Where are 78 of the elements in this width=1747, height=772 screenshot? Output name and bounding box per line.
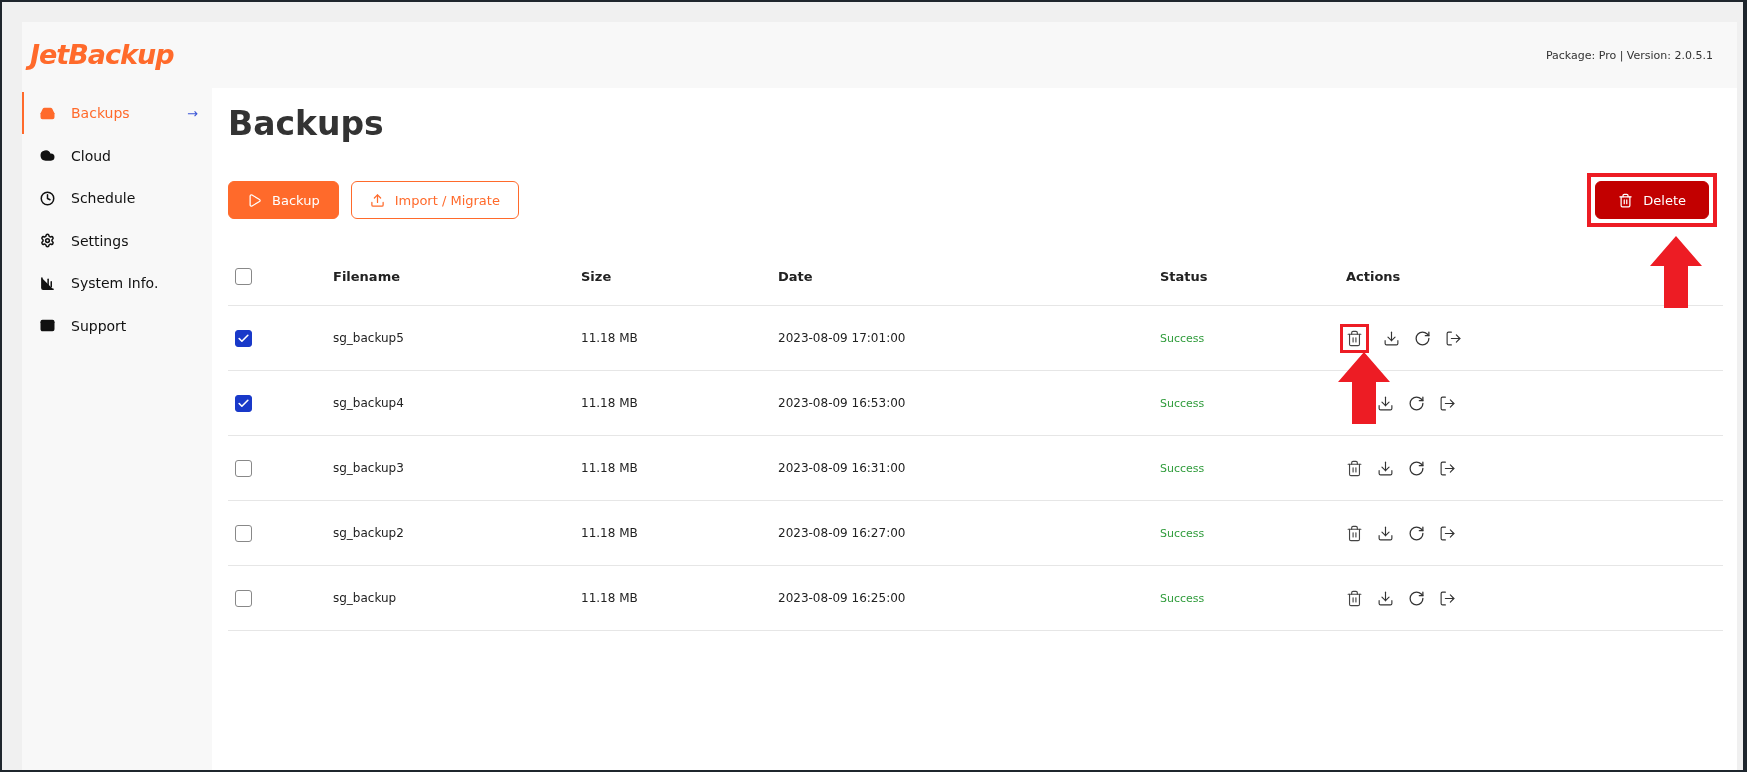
row-checkbox[interactable]	[235, 459, 252, 477]
sidebar-label: System Info.	[71, 275, 160, 291]
column-header: Actions	[1346, 268, 1402, 284]
row-checkbox[interactable]	[235, 394, 252, 412]
annotation-arrow	[1650, 236, 1702, 308]
status-cell-text: Success	[1160, 331, 1206, 345]
row-checkbox[interactable]	[235, 329, 252, 347]
drive-icon	[40, 105, 55, 121]
sidebar-item[interactable]: Schedule	[22, 177, 212, 219]
column-header: Filename	[333, 268, 401, 284]
row-checkbox[interactable]	[235, 589, 252, 607]
sidebar-item[interactable]: Settings	[22, 219, 212, 262]
column-header: Status	[1160, 268, 1209, 284]
filename-cell-text: sg_backup2	[333, 526, 405, 540]
restore-icon[interactable]	[1408, 394, 1425, 412]
check-icon	[237, 331, 250, 345]
row-checkbox[interactable]	[235, 524, 252, 542]
restore-icon[interactable]	[1408, 459, 1425, 477]
gear-icon	[40, 233, 55, 248]
delete-action-button[interactable]	[1340, 323, 1369, 353]
sidebar-label: Schedule	[71, 190, 137, 206]
check-icon	[237, 396, 250, 410]
date-cell-text: 2023-08-09 17:01:00	[778, 331, 907, 345]
size-cell-text: 11.18 MB	[581, 591, 639, 605]
sidebar-label: Support	[71, 317, 128, 334]
trash-icon	[1346, 524, 1363, 542]
delete-button[interactable]: Delete	[1595, 181, 1709, 219]
status-cell-text: Success	[1160, 461, 1206, 475]
upload-icon	[369, 192, 385, 208]
export-icon[interactable]	[1439, 589, 1456, 607]
size-cell-text: 11.18 MB	[581, 331, 639, 345]
download-icon[interactable]	[1383, 329, 1400, 347]
sidebar-item[interactable]: Support	[22, 304, 212, 347]
export-icon[interactable]	[1439, 459, 1456, 477]
download-icon[interactable]	[1377, 459, 1394, 477]
trash-icon	[1346, 329, 1363, 347]
date-cell-text: 2023-08-09 16:25:00	[778, 591, 907, 605]
cloud-icon	[40, 148, 55, 163]
export-icon[interactable]	[1439, 524, 1456, 542]
restore-icon[interactable]	[1414, 329, 1431, 347]
column-header: Date	[778, 268, 814, 284]
sidebar-item[interactable]: System Info.	[22, 262, 212, 304]
size-cell-text: 11.18 MB	[581, 396, 639, 410]
active-arrow: →	[187, 105, 198, 121]
status-cell-text: Success	[1160, 396, 1206, 410]
status-cell-text: Success	[1160, 526, 1206, 540]
trash-icon	[1346, 589, 1363, 607]
page-title: Backups	[228, 104, 385, 143]
annotation-arrow	[1338, 352, 1390, 424]
status-cell-text: Success	[1160, 591, 1206, 605]
export-icon[interactable]	[1445, 329, 1462, 347]
restore-icon[interactable]	[1408, 589, 1425, 607]
sidebar-item[interactable]: Cloud	[22, 134, 212, 177]
package-version-text: Package: Pro | Version: 2.0.5.1	[1545, 48, 1713, 62]
size-cell-text: 11.18 MB	[581, 526, 639, 540]
sidebar-label: Cloud	[71, 147, 112, 164]
date-cell-text: 2023-08-09 16:27:00	[778, 526, 907, 540]
select-all-checkbox[interactable]	[235, 267, 252, 285]
date-cell-text: 2023-08-09 16:31:00	[778, 461, 907, 475]
filename-cell-text: sg_backup	[333, 591, 398, 605]
play-icon	[247, 192, 262, 208]
size-cell-text: 11.18 MB	[581, 461, 639, 475]
filename-cell-text: sg_backup3	[333, 461, 405, 475]
export-icon[interactable]	[1439, 394, 1456, 412]
filename-cell-text: sg_backup5	[333, 331, 405, 345]
trash-icon	[1618, 192, 1634, 208]
download-icon[interactable]	[1377, 589, 1394, 607]
clock-icon	[40, 190, 55, 206]
download-icon[interactable]	[1377, 524, 1394, 542]
date-cell-text: 2023-08-09 16:53:00	[778, 396, 907, 410]
restore-icon[interactable]	[1408, 524, 1425, 542]
column-header: Size	[581, 268, 613, 284]
filename-cell-text: sg_backup4	[333, 396, 405, 410]
trash-icon	[1346, 459, 1363, 477]
download-icon[interactable]	[1377, 394, 1394, 412]
sidebar-label: Backups	[71, 105, 131, 121]
sidebar-label: Settings	[71, 232, 130, 249]
bar-chart-icon	[40, 275, 55, 291]
